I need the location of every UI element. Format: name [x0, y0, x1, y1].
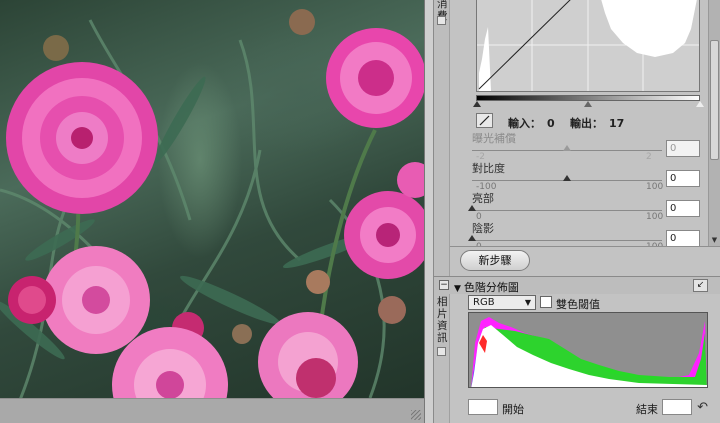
histogram-curves — [471, 317, 707, 387]
new-step-button[interactable]: 新步驟 — [460, 250, 530, 271]
start-label: 開始 — [502, 403, 524, 416]
dual-threshold-checkbox[interactable] — [540, 296, 552, 308]
vertical-scrollbar[interactable]: ▼ — [708, 0, 720, 246]
adjustment-max-label: 100 — [646, 212, 664, 222]
histogram-header: − ▼ 色階分佈圖 ↙ — [434, 276, 720, 294]
curve-output-label: 輸出： — [570, 117, 603, 130]
chevron-down-icon: ▼ — [524, 298, 531, 307]
curve-output-value: 17 — [609, 117, 625, 130]
expand-arrow-icon: ↙ — [696, 280, 705, 290]
midpoint-slider[interactable] — [584, 101, 592, 107]
white-point-slider[interactable] — [696, 101, 704, 107]
curve-input-value: 0 — [547, 117, 555, 130]
tone-curve-graph[interactable] — [476, 0, 700, 92]
histogram-title-text: 色階分佈圖 — [463, 281, 519, 294]
adjustment-slider-track[interactable] — [472, 210, 662, 211]
flower-1 — [6, 62, 158, 214]
diagonal-line-icon — [479, 115, 490, 126]
photo-canvas[interactable] — [0, 0, 424, 398]
adjustment-label: 對比度 — [472, 162, 505, 175]
tone-curve-section: 輸入： 0 輸出： 17 曝光補償 -2 2 0 對比度 -100 100 0 亮部 0 100 0 陰影 0… — [450, 0, 708, 246]
adjustment-max-label: 2 — [646, 152, 652, 162]
curve-input-readout: 輸入： 0 — [508, 115, 555, 131]
adjustment-value-input[interactable]: 0 — [666, 170, 700, 187]
flower-2 — [326, 28, 424, 128]
side-tabs: 消費 相片資訊 — [434, 0, 450, 423]
scrollbar-thumb[interactable] — [710, 40, 719, 160]
side-tab-photo-info-label[interactable]: 相片資訊 — [437, 296, 449, 344]
adjustment-label: 曝光補償 — [472, 132, 516, 145]
channel-select-value: RGB — [473, 297, 495, 308]
side-tab-top-toggle[interactable] — [437, 16, 446, 25]
adjustment-label: 陰影 — [472, 222, 494, 235]
collapse-panel-button[interactable]: − — [439, 280, 449, 290]
canvas-status-bar — [0, 398, 424, 423]
histogram-title[interactable]: ▼ 色階分佈圖 — [454, 279, 519, 295]
panel-splitter[interactable] — [424, 0, 434, 423]
adjustment-slider-knob[interactable] — [468, 205, 476, 211]
black-point-slider[interactable] — [473, 101, 481, 107]
scroll-down-icon[interactable]: ▼ — [710, 236, 719, 244]
undo-arrow-icon[interactable]: ↶ — [697, 400, 708, 415]
curve-reset-button[interactable] — [476, 113, 493, 128]
disclosure-triangle-icon: ▼ — [454, 284, 461, 294]
curve-histogram-overlay — [477, 0, 699, 91]
curve-input-label: 輸入： — [508, 117, 541, 130]
adjustment-value-input[interactable]: 0 — [666, 230, 700, 246]
histogram-expand-button[interactable]: ↙ — [693, 279, 708, 292]
end-label: 結束 — [636, 403, 658, 416]
adjustments-panel: 消費 相片資訊 — [434, 0, 720, 423]
curve-output-readout: 輸出： 17 — [570, 115, 624, 131]
adjustment-slider-track[interactable] — [472, 240, 662, 241]
end-input[interactable] — [662, 399, 692, 415]
dual-threshold-label: 雙色閾值 — [556, 298, 600, 311]
histogram-graph[interactable] — [468, 312, 708, 388]
adjustment-value-input: 0 — [666, 140, 700, 157]
adjustment-slider-knob[interactable] — [468, 235, 476, 241]
start-input[interactable] — [468, 399, 498, 415]
channel-select[interactable]: RGB ▼ — [468, 295, 536, 310]
adjustment-slider-knob[interactable] — [563, 175, 571, 181]
side-tab-bottom-toggle[interactable] — [437, 347, 446, 356]
adjustment-value-input[interactable]: 0 — [666, 200, 700, 217]
adjustment-slider-knob[interactable] — [563, 145, 571, 151]
adjustment-max-label: 100 — [646, 182, 664, 192]
flower-photo — [0, 9, 424, 398]
adjustment-label: 亮部 — [472, 192, 494, 205]
steps-bar: 新步驟 — [450, 246, 720, 276]
resize-grip-icon[interactable] — [411, 410, 421, 420]
